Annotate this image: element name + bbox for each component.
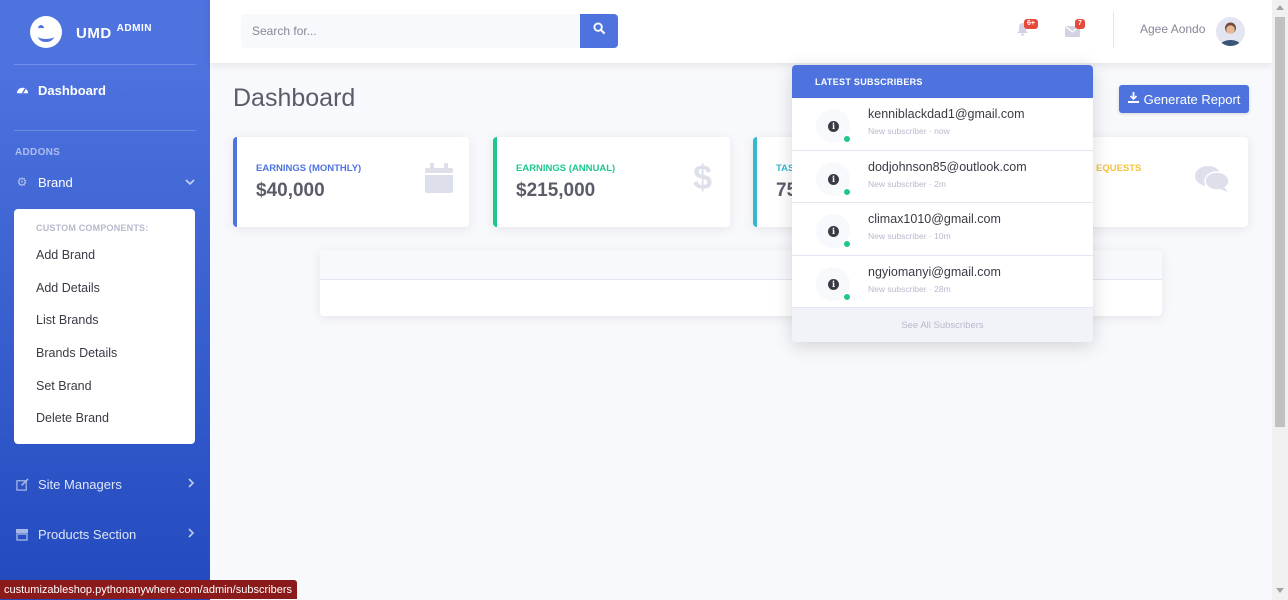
collapse-item-add-details[interactable]: Add Details	[14, 272, 195, 305]
online-status-dot	[843, 135, 851, 143]
dropdown-header: LATEST SUBSCRIBERS	[792, 65, 1093, 98]
collapse-header: CUSTOM COMPONENTS:	[36, 223, 149, 233]
subscriber-meta: New subscriber · now	[868, 126, 950, 136]
chevron-right-icon	[187, 477, 195, 491]
search-button[interactable]	[580, 14, 618, 48]
online-status-dot	[843, 187, 851, 196]
subscriber-email: ngyiomanyi@gmail.com	[868, 264, 1001, 279]
collapse-item-delete-brand[interactable]: Delete Brand	[14, 402, 195, 435]
dollar-icon: $	[693, 159, 712, 197]
subscriber-avatar: i	[816, 214, 851, 249]
brand-name: UMD ADMIN	[76, 22, 152, 42]
search-input[interactable]	[241, 14, 580, 48]
subscribers-dropdown: LATEST SUBSCRIBERS i kenniblackdad1@gmai…	[792, 65, 1093, 342]
info-icon: i	[828, 278, 839, 290]
generate-report-button[interactable]: Generate Report	[1119, 85, 1249, 113]
card-earnings-annual: EARNINGS (ANNUAL) $215,000 $	[493, 137, 730, 227]
collapse-item-list-brands[interactable]: List Brands	[14, 304, 195, 337]
card-value: $40,000	[256, 180, 325, 201]
chevron-right-icon	[187, 527, 195, 541]
scroll-down-arrow-icon[interactable]	[1276, 588, 1284, 593]
generate-report-label: Generate Report	[1143, 91, 1241, 107]
card-label: EARNINGS (MONTHLY)	[256, 163, 362, 174]
download-icon	[1127, 92, 1139, 106]
sidebar-brand[interactable]: UMD ADMIN	[0, 0, 210, 64]
edit-icon	[15, 477, 29, 491]
subscriber-item[interactable]: i ngyiomanyi@gmail.com New subscriber · …	[792, 256, 1093, 309]
tachometer-icon	[15, 83, 29, 97]
alerts-dropdown-toggle[interactable]: 6+	[1016, 19, 1038, 41]
sidebar-item-dashboard[interactable]: Dashboard	[0, 65, 210, 115]
chevron-down-icon	[185, 175, 195, 189]
collapse-item-set-brand[interactable]: Set Brand	[14, 369, 195, 402]
topbar-divider	[1113, 12, 1114, 48]
online-status-dot	[843, 292, 851, 301]
info-icon: i	[828, 173, 839, 185]
scroll-thumb[interactable]	[1275, 17, 1285, 427]
sidebar-item-site-managers[interactable]: Site Managers	[0, 459, 210, 509]
collapse-item-add-brand[interactable]: Add Brand	[14, 239, 195, 272]
messages-counter-badge: 7	[1075, 19, 1085, 29]
subscriber-meta: New subscriber · 10m	[868, 231, 951, 242]
see-all-subscribers-link[interactable]: See All Subscribers	[792, 308, 1093, 342]
subscriber-meta: New subscriber · 2m	[868, 178, 946, 189]
status-bar-url: custumizableshop.pythonanywhere.com/admi…	[0, 580, 297, 599]
comments-icon	[1194, 165, 1230, 198]
subscriber-item[interactable]: i climax1010@gmail.com New subscriber · …	[792, 203, 1093, 256]
card-earnings-monthly: EARNINGS (MONTHLY) $40,000	[233, 137, 469, 227]
card-value: $215,000	[516, 180, 596, 201]
card-label: EARNINGS (ANNUAL)	[516, 163, 616, 174]
scroll-up-arrow-icon[interactable]	[1276, 5, 1284, 10]
search-icon	[592, 22, 606, 40]
messages-dropdown-toggle[interactable]: 7	[1065, 19, 1085, 42]
brand-collapse-menu: CUSTOM COMPONENTS: Add Brand Add Details…	[14, 209, 195, 444]
cog-icon: ⚙	[16, 175, 28, 189]
sidebar-item-products-section[interactable]: Products Section	[0, 509, 210, 559]
subscriber-avatar: i	[816, 266, 851, 301]
subscriber-email: climax1010@gmail.com	[868, 212, 1001, 227]
online-status-dot	[843, 240, 851, 249]
laugh-wink-icon	[30, 16, 62, 48]
sidebar-item-label: Products Section	[38, 526, 137, 542]
sidebar-item-label: Brand	[38, 174, 73, 190]
sidebar-item-label: Site Managers	[38, 476, 122, 492]
sidebar-item-brand[interactable]: ⚙ Brand	[0, 162, 210, 202]
subscriber-email: kenniblackdad1@gmail.com	[868, 107, 1025, 121]
user-name[interactable]: Agee Aondo	[1140, 22, 1205, 36]
info-icon: i	[828, 226, 839, 238]
subscriber-avatar: i	[816, 109, 851, 143]
search-form	[241, 14, 618, 48]
page-scrollbar[interactable]	[1272, 0, 1288, 600]
user-avatar[interactable]	[1216, 17, 1245, 46]
sidebar-item-label: Dashboard	[38, 82, 106, 98]
info-icon: i	[828, 121, 839, 132]
sidebar-heading: ADDONS	[15, 147, 61, 158]
alerts-counter-badge: 6+	[1024, 19, 1038, 29]
topbar: 6+ 7 Agee Aondo	[210, 0, 1272, 63]
sidebar: UMD ADMIN Dashboard ADDONS ⚙ Brand CUSTOM…	[0, 0, 210, 600]
brand-sup: ADMIN	[116, 22, 152, 34]
subscriber-email: dodjohnson85@outlook.com	[868, 159, 1027, 174]
subscriber-avatar: i	[816, 161, 851, 196]
collapse-item-brands-details[interactable]: Brands Details	[14, 337, 195, 370]
subscriber-meta: New subscriber · 28m	[868, 283, 951, 294]
subscriber-item[interactable]: i dodjohnson85@outlook.com New subscribe…	[792, 151, 1093, 204]
calendar-icon	[425, 163, 453, 198]
subscriber-item[interactable]: i kenniblackdad1@gmail.com New subscribe…	[792, 98, 1093, 151]
page-title: Dashboard	[233, 84, 356, 112]
card-label: EQUESTS	[1096, 163, 1142, 174]
store-icon	[15, 527, 29, 541]
